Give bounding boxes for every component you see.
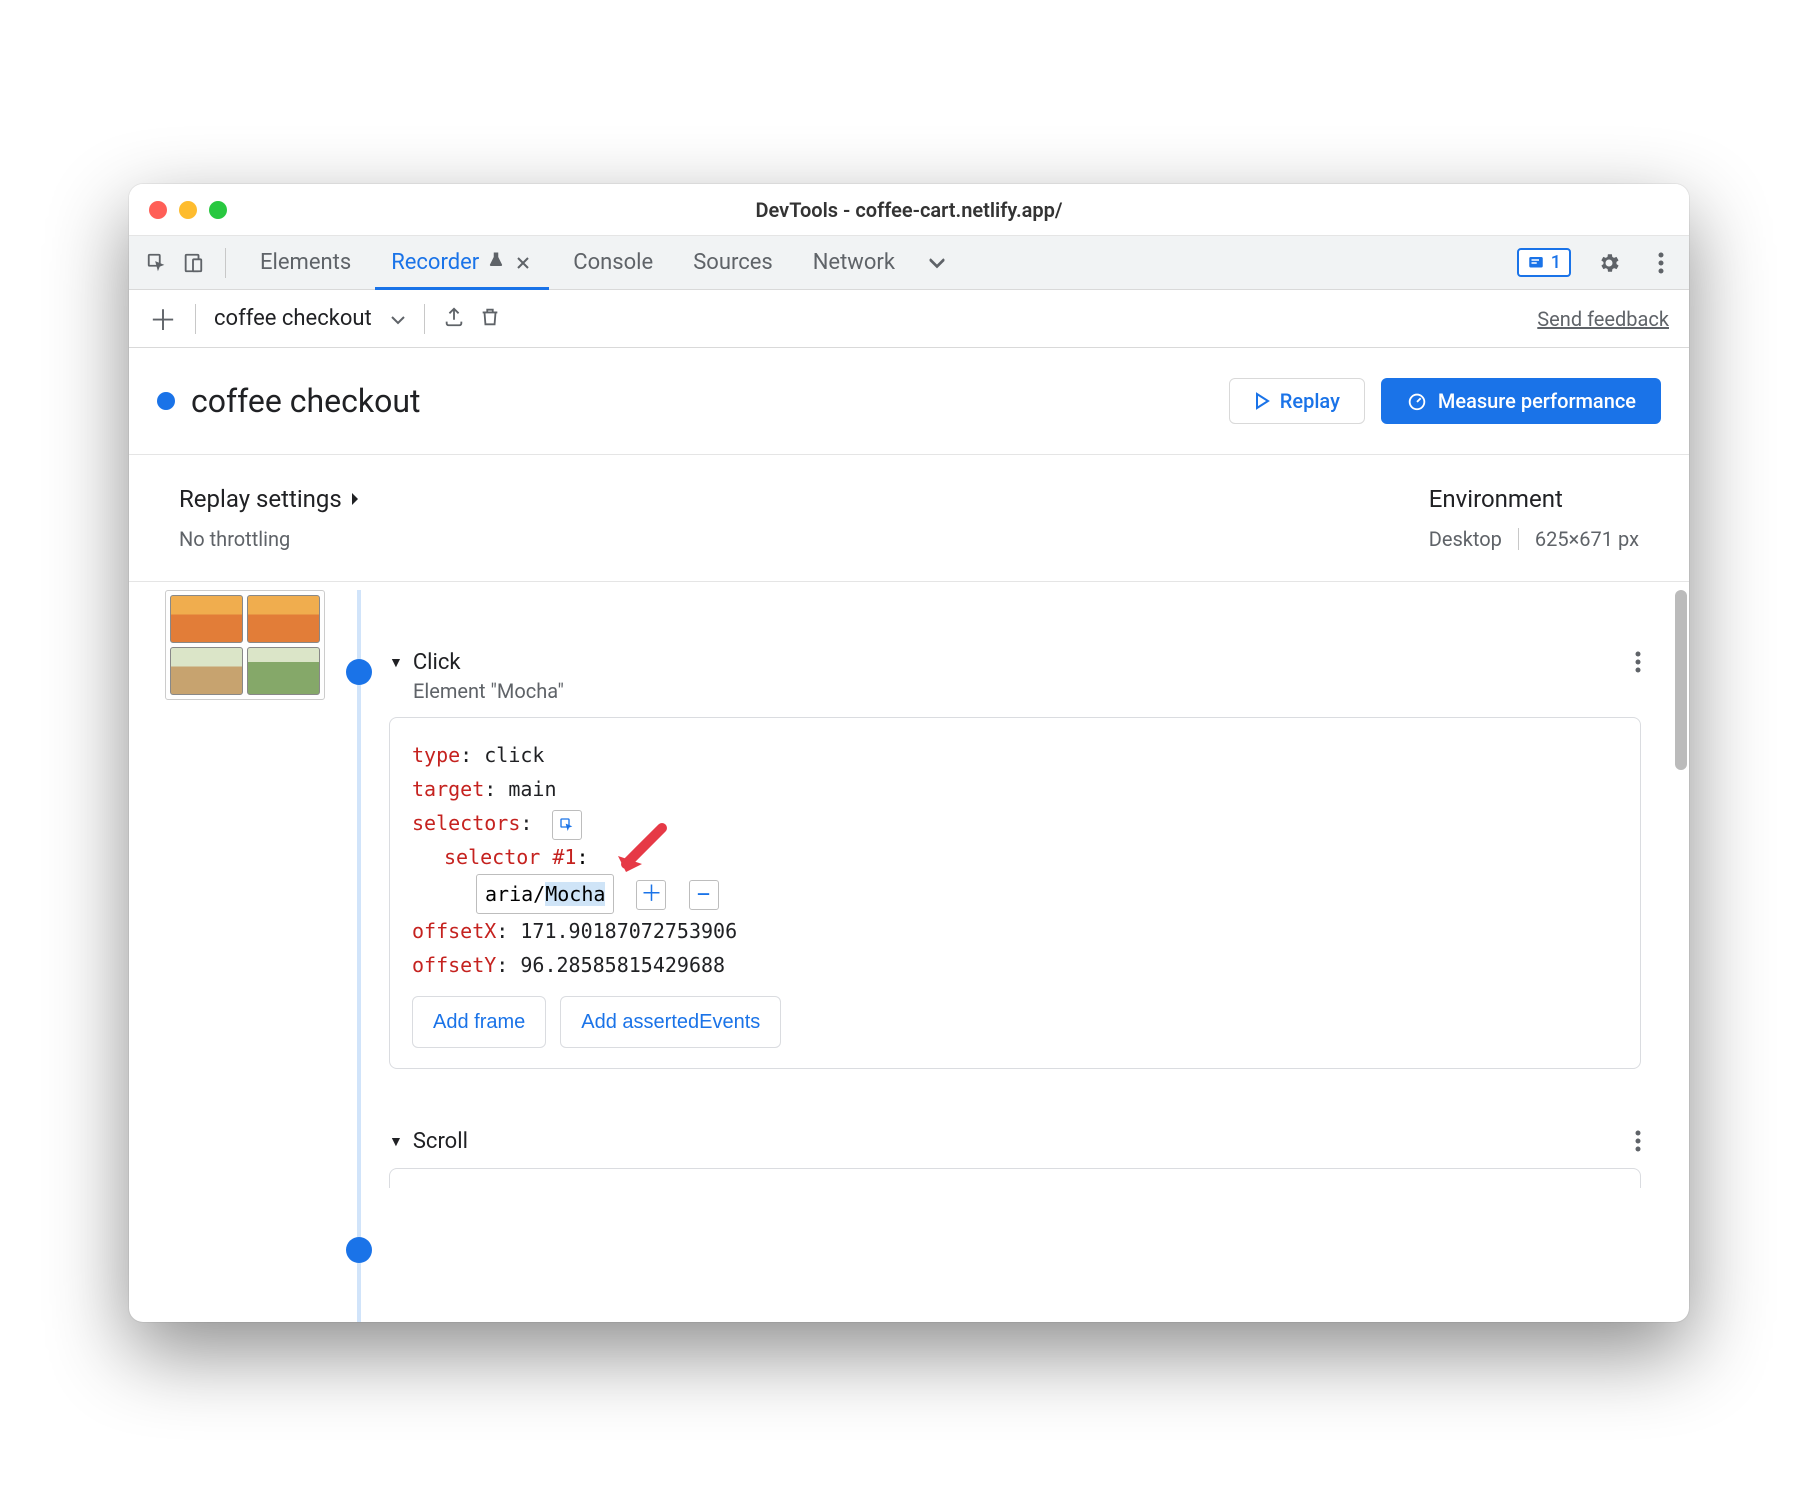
selector-input[interactable]: aria/Mocha bbox=[476, 874, 614, 914]
throttling-value: No throttling bbox=[179, 527, 1429, 551]
steps-column: ▼ Click Element "Mocha" typeclick target… bbox=[389, 590, 1689, 1322]
twisty-down-icon: ▼ bbox=[389, 654, 403, 671]
step-header[interactable]: ▼ Scroll bbox=[389, 1129, 1641, 1154]
prop-val-type: click bbox=[484, 743, 544, 767]
chevron-right-icon bbox=[350, 485, 360, 513]
prop-val-offsety: 96.28585815429688 bbox=[520, 953, 725, 977]
chevron-down-icon bbox=[390, 306, 406, 331]
add-asserted-events-button[interactable]: Add assertedEvents bbox=[560, 996, 781, 1048]
tab-label: Network bbox=[813, 250, 895, 275]
tab-sources[interactable]: Sources bbox=[677, 236, 789, 289]
prop-key-target: target bbox=[412, 777, 508, 801]
tab-label: Console bbox=[573, 250, 653, 275]
add-selector-button[interactable]: ＋ bbox=[636, 880, 666, 910]
kebab-menu-icon[interactable] bbox=[1647, 249, 1675, 277]
selector-picker-icon[interactable] bbox=[552, 810, 582, 840]
step-kebab-menu-icon[interactable] bbox=[1635, 1129, 1641, 1159]
close-tab-icon[interactable] bbox=[513, 253, 533, 273]
timeline-dot bbox=[346, 659, 372, 685]
step-header[interactable]: ▼ Click bbox=[389, 650, 1641, 675]
step-details-card: typeclick targetmain selectors selector … bbox=[389, 717, 1641, 1069]
prop-val-target: main bbox=[508, 777, 556, 801]
maximize-window-button[interactable] bbox=[209, 201, 227, 219]
beaker-icon bbox=[487, 250, 505, 275]
more-tabs-icon[interactable] bbox=[919, 249, 955, 277]
prop-key-type: type bbox=[412, 743, 484, 767]
button-label: Measure performance bbox=[1438, 389, 1636, 413]
tab-label: Elements bbox=[260, 250, 351, 275]
remove-selector-button[interactable]: − bbox=[689, 880, 719, 910]
prop-key-selectors: selectors bbox=[412, 811, 544, 835]
environment-heading: Environment bbox=[1429, 485, 1639, 513]
titlebar: DevTools - coffee-cart.netlify.app/ bbox=[129, 184, 1689, 236]
window-title: DevTools - coffee-cart.netlify.app/ bbox=[129, 198, 1689, 222]
tab-recorder[interactable]: Recorder bbox=[375, 236, 549, 289]
issues-badge[interactable]: 1 bbox=[1517, 248, 1571, 277]
devtools-window: DevTools - coffee-cart.netlify.app/ Elem… bbox=[129, 184, 1689, 1322]
replay-settings-toggle[interactable]: Replay settings bbox=[179, 485, 1429, 513]
page-title: coffee checkout bbox=[191, 382, 420, 420]
thumbnail-column bbox=[129, 590, 329, 1322]
settings-gear-icon[interactable] bbox=[1595, 249, 1623, 277]
selector-label: selector #1 bbox=[444, 845, 576, 869]
prop-key-offsetx: offsetX bbox=[412, 919, 520, 943]
inspect-element-icon[interactable] bbox=[143, 249, 171, 277]
traffic-lights bbox=[149, 201, 227, 219]
close-window-button[interactable] bbox=[149, 201, 167, 219]
step-click: ▼ Click Element "Mocha" typeclick target… bbox=[389, 650, 1641, 1069]
tab-network[interactable]: Network bbox=[797, 236, 911, 289]
replay-button[interactable]: Replay bbox=[1229, 378, 1365, 424]
recorder-toolbar: ＋ coffee checkout Send feedback bbox=[129, 290, 1689, 348]
tab-label: Sources bbox=[693, 250, 773, 275]
issues-count: 1 bbox=[1551, 252, 1561, 273]
step-name: Scroll bbox=[413, 1129, 468, 1154]
recording-name: coffee checkout bbox=[214, 306, 372, 331]
export-icon[interactable] bbox=[443, 306, 465, 332]
twisty-down-icon: ▼ bbox=[389, 1133, 403, 1150]
send-feedback-link[interactable]: Send feedback bbox=[1537, 307, 1669, 331]
divider bbox=[1518, 528, 1519, 550]
scrollbar-thumb[interactable] bbox=[1675, 590, 1687, 770]
step-details-card bbox=[389, 1168, 1641, 1188]
divider bbox=[195, 304, 196, 334]
header-panel: coffee checkout Replay Measure performan… bbox=[129, 348, 1689, 455]
new-recording-button[interactable]: ＋ bbox=[149, 299, 177, 339]
tab-console[interactable]: Console bbox=[557, 236, 669, 289]
timeline-area: ▼ Click Element "Mocha" typeclick target… bbox=[129, 582, 1689, 1322]
minimize-window-button[interactable] bbox=[179, 201, 197, 219]
measure-performance-button[interactable]: Measure performance bbox=[1381, 378, 1661, 424]
status-dot-icon bbox=[157, 392, 175, 410]
add-frame-button[interactable]: Add frame bbox=[412, 996, 546, 1048]
delete-icon[interactable] bbox=[479, 306, 501, 332]
step-scroll: ▼ Scroll bbox=[389, 1129, 1641, 1188]
recording-selector[interactable]: coffee checkout bbox=[214, 306, 406, 331]
divider bbox=[225, 248, 226, 278]
tab-elements[interactable]: Elements bbox=[244, 236, 367, 289]
tabs-row: Elements Recorder Console Sources Networ… bbox=[129, 236, 1689, 290]
step-name: Click bbox=[413, 650, 461, 675]
heading-label: Replay settings bbox=[179, 485, 342, 513]
step-kebab-menu-icon[interactable] bbox=[1635, 650, 1641, 680]
device-toolbar-icon[interactable] bbox=[179, 249, 207, 277]
button-label: Replay bbox=[1280, 389, 1340, 413]
viewport-value: 625×671 px bbox=[1535, 527, 1639, 551]
settings-row: Replay settings No throttling Environmen… bbox=[129, 455, 1689, 582]
prop-key-offsety: offsetY bbox=[412, 953, 520, 977]
environment-block: Environment Desktop 625×671 px bbox=[1429, 485, 1639, 551]
prop-val-offsetx: 171.90187072753906 bbox=[520, 919, 737, 943]
tab-label: Recorder bbox=[391, 250, 479, 275]
timeline-rail bbox=[329, 590, 389, 1322]
device-value: Desktop bbox=[1429, 527, 1502, 551]
screenshot-thumbnail[interactable] bbox=[165, 590, 325, 700]
divider bbox=[424, 304, 425, 334]
step-subtitle: Element "Mocha" bbox=[413, 679, 1641, 703]
timeline-dot bbox=[346, 1237, 372, 1263]
